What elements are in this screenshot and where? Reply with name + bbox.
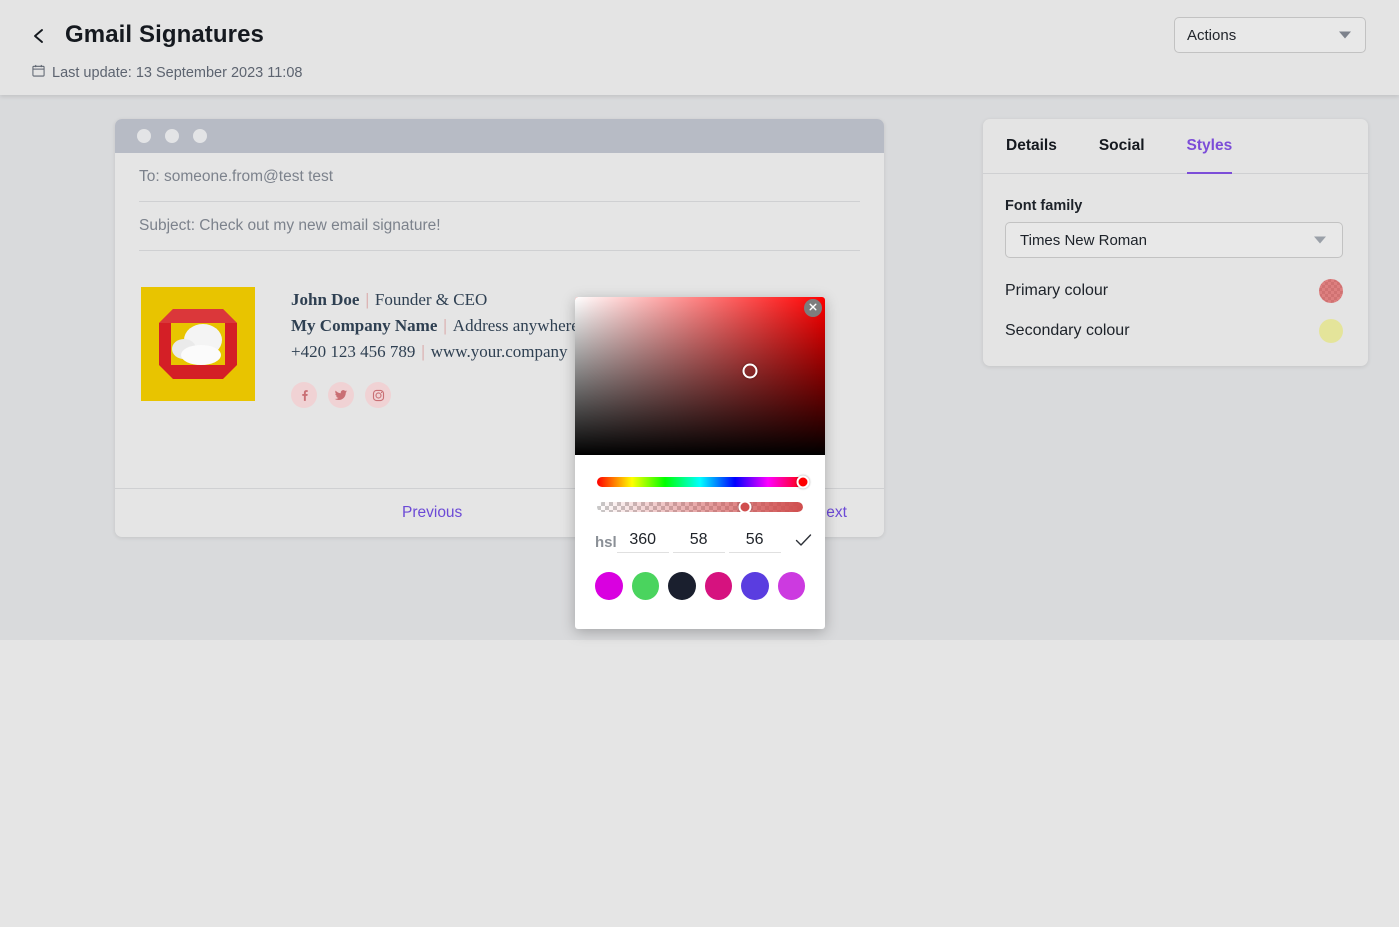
saturation-value-area[interactable] [575,297,825,455]
hue-slider-thumb[interactable] [796,475,810,489]
primary-colour-label: Primary colour [1005,282,1109,299]
signature-separator: | [421,342,425,361]
tab-social[interactable]: Social [1099,119,1145,174]
facebook-icon[interactable] [291,382,317,408]
previous-button[interactable]: Previous [402,504,462,522]
colour-value-row: hsl [595,531,811,553]
colour-preset-3[interactable] [668,572,696,600]
colour-presets [595,572,805,600]
page-footer-area [0,640,1399,927]
to-field: To: someone.from@test test [139,153,860,202]
signature-line-name: John Doe | Founder & CEO [291,287,579,313]
alpha-gradient [597,502,803,512]
calendar-icon [32,64,45,81]
alpha-slider-thumb[interactable] [738,502,752,512]
signature-line-contact: +420 123 456 789 | www.your.company [291,339,579,365]
lightness-input[interactable] [728,531,781,553]
signature-separator: | [365,290,369,309]
last-update-text: Last update: 13 September 2023 11:08 [52,64,303,81]
tab-styles[interactable]: Styles [1186,119,1232,174]
chevron-down-icon [1339,31,1351,39]
colour-preset-5[interactable] [741,572,769,600]
actions-dropdown-label: Actions [1187,26,1237,44]
actions-dropdown[interactable]: Actions [1174,17,1366,53]
app-header: Gmail Signatures Last update: 13 Septemb… [0,0,1399,95]
last-update: Last update: 13 September 2023 11:08 [32,64,302,81]
panel-tabs: Details Social Styles [983,119,1368,174]
company-logo [141,287,255,401]
twitter-icon[interactable] [328,382,354,408]
colour-preset-6[interactable] [777,572,805,600]
close-icon [808,299,818,317]
secondary-colour-swatch[interactable] [1319,319,1343,343]
signature-separator: | [443,316,447,335]
back-button[interactable] [24,20,54,52]
colour-preset-2[interactable] [631,572,659,600]
signature-social-row [291,382,579,408]
tab-details[interactable]: Details [1006,119,1057,174]
saturation-value-cursor[interactable] [742,363,758,379]
secondary-colour-fill [1319,319,1343,343]
window-dot-icon [193,129,207,143]
mock-browser-titlebar [115,119,884,153]
signature-phone: +420 123 456 789 [291,342,416,361]
colour-mode-toggle[interactable]: hsl [595,534,617,551]
font-family-select[interactable]: Times New Roman [1005,222,1343,258]
primary-colour-row: Primary colour [1005,278,1343,304]
primary-colour-swatch[interactable] [1319,279,1343,303]
chevron-down-icon [1314,236,1326,244]
colour-picker-popover: hsl [575,297,825,629]
saturation-input[interactable] [672,531,725,553]
instagram-icon[interactable] [365,382,391,408]
secondary-colour-label: Secondary colour [1005,322,1130,339]
font-family-label: Font family [1005,198,1083,214]
mail-fields: To: someone.from@test test Subject: Chec… [115,153,884,251]
hue-input[interactable] [616,531,669,553]
chevron-left-icon [31,27,47,45]
window-dot-icon [165,129,179,143]
window-dot-icon [137,129,151,143]
close-picker-button[interactable] [804,299,822,317]
value-gradient [575,297,825,455]
signature-text: John Doe | Founder & CEO My Company Name | A… [291,287,579,408]
primary-colour-fill [1319,279,1343,303]
secondary-colour-row: Secondary colour [1005,318,1343,344]
signature-website: www.your.company [430,342,568,361]
colour-preset-4[interactable] [704,572,732,600]
signature-name: John Doe [291,290,360,309]
check-icon [795,533,812,552]
page-title: Gmail Signatures [65,21,264,48]
colour-preset-1[interactable] [595,572,623,600]
signature-line-company: My Company Name | Address anywhere [291,313,579,339]
alpha-slider[interactable] [597,502,803,512]
confirm-colour-button[interactable] [795,533,812,552]
signature-address: Address anywhere [452,316,579,335]
signature-role: Founder & CEO [374,290,488,309]
subject-field: Subject: Check out my new email signatur… [139,202,860,251]
hue-slider[interactable] [597,475,810,489]
font-family-value: Times New Roman [1020,231,1147,249]
signature-company: My Company Name [291,316,438,335]
